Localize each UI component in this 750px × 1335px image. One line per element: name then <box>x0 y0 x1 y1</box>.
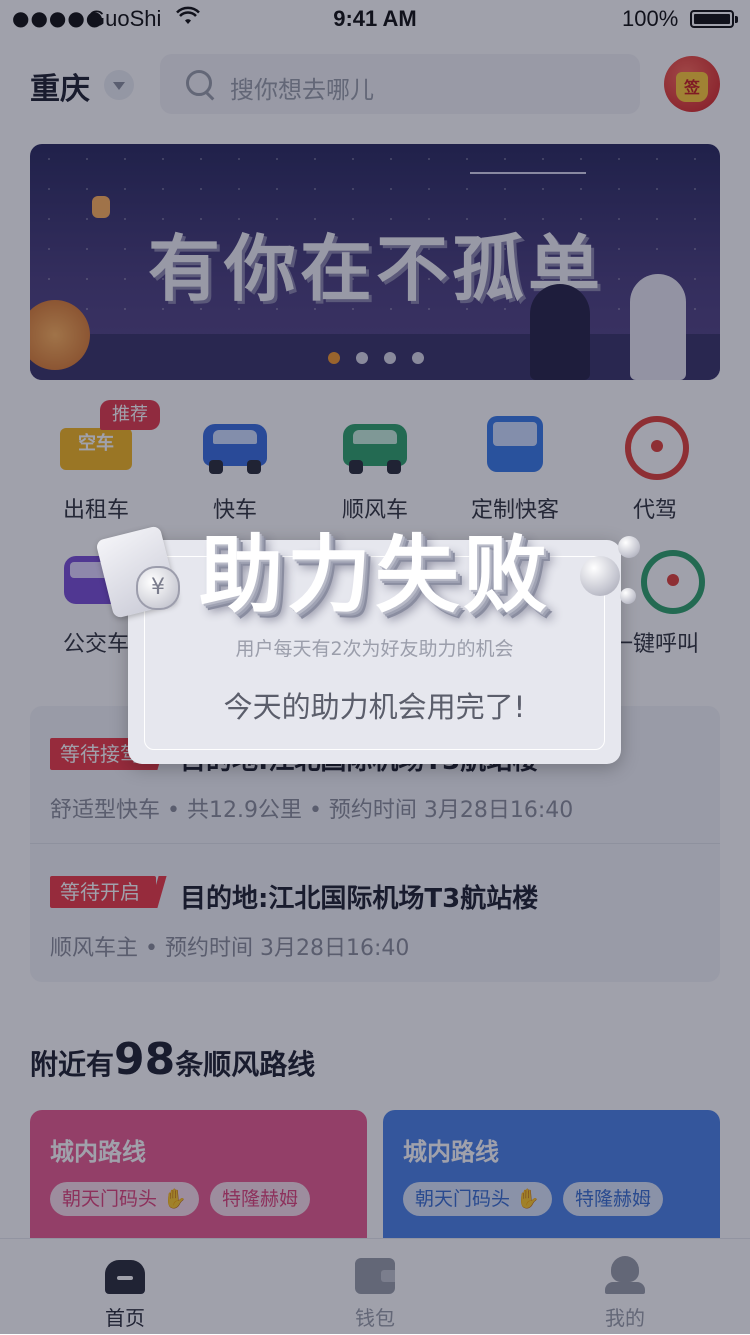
dialog-subtitle: 用户每天有2次为好友助力的机会 <box>235 638 514 660</box>
dialog-message: 今天的助力机会用完了! <box>223 690 526 724</box>
dialog-title: 助力失败 <box>198 526 551 624</box>
